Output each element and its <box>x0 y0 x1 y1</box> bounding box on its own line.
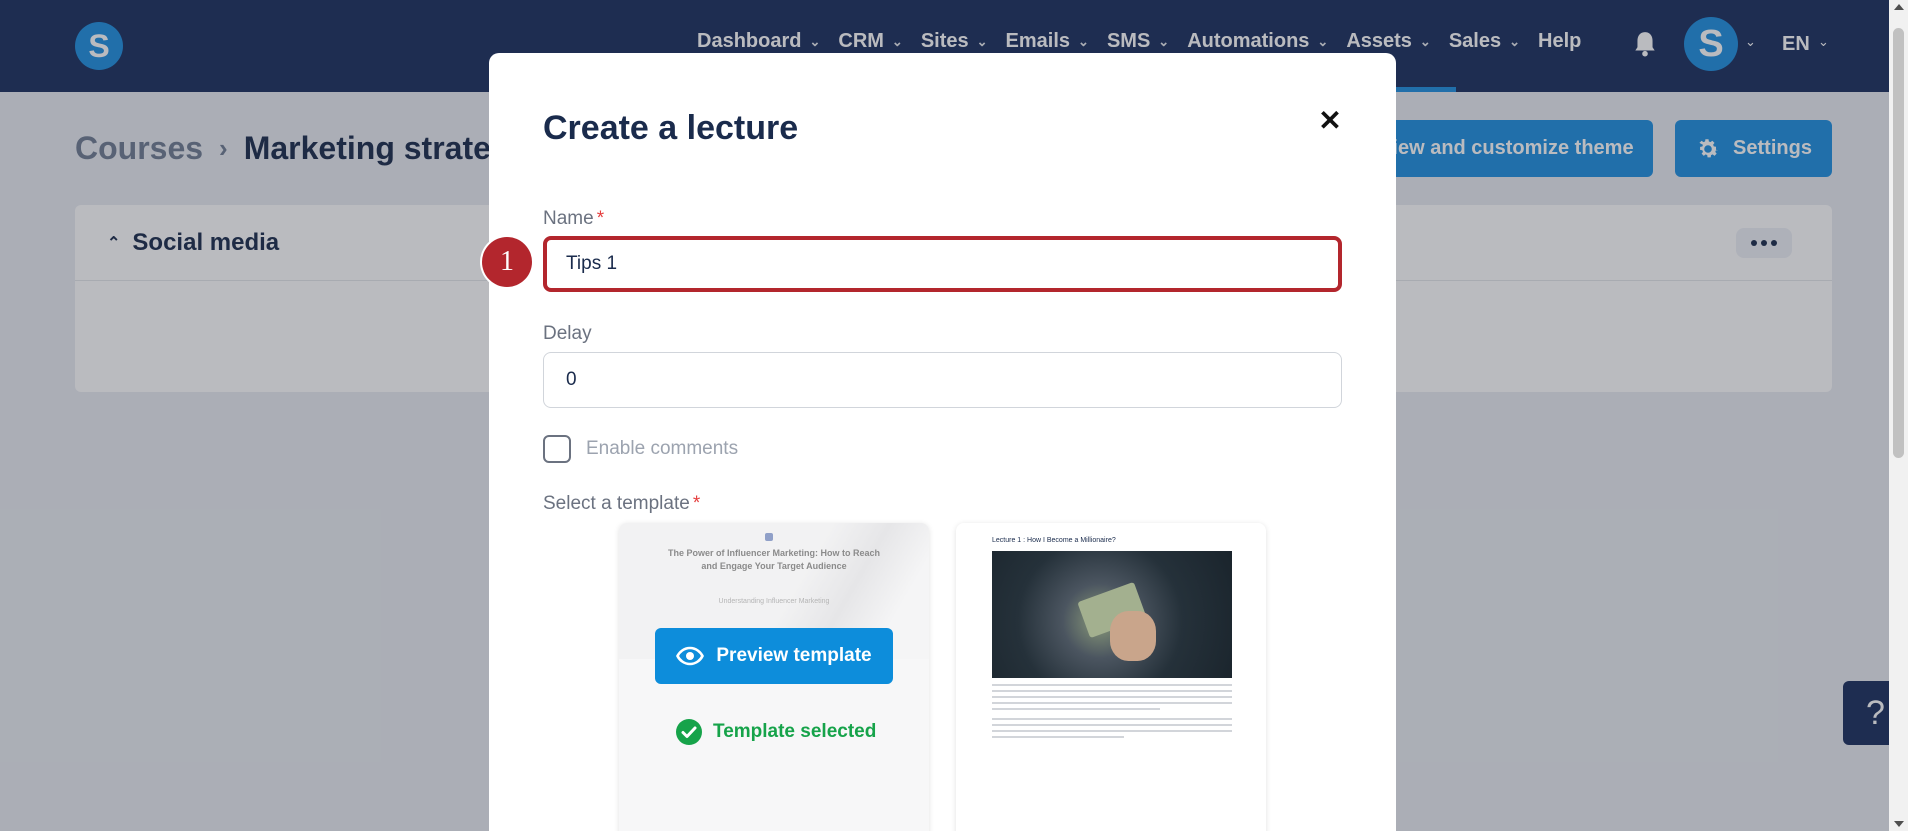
delay-label-text: Delay <box>543 323 592 344</box>
scroll-thumb[interactable] <box>1893 28 1904 458</box>
template-logo-icon <box>765 533 773 541</box>
name-label: Name * <box>543 208 604 230</box>
name-input-value: Tips 1 <box>566 253 618 274</box>
eye-icon <box>676 646 705 666</box>
template-thumb-title: Lecture 1 : How I Become a Millionaire? <box>992 537 1116 544</box>
template-card-influencer[interactable]: The Power of Influencer Marketing: How t… <box>619 523 929 831</box>
close-icon[interactable]: ✕ <box>1315 105 1345 136</box>
delay-input[interactable]: 0 <box>543 352 1342 408</box>
template-selected-label: Template selected <box>713 721 877 742</box>
template-thumb-text-lines <box>992 684 1232 742</box>
scroll-down-arrow[interactable] <box>1894 821 1904 827</box>
template-label-text: Select a template <box>543 493 690 514</box>
delay-input-value: 0 <box>566 369 577 390</box>
delay-label: Delay <box>543 323 592 345</box>
preview-template-label: Preview template <box>716 645 872 666</box>
create-lecture-modal: Create a lecture ✕ Name * Tips 1 1 Delay … <box>482 53 1396 831</box>
template-thumb-subtitle: Understanding Influencer Marketing <box>718 598 830 605</box>
enable-comments-checkbox[interactable] <box>543 435 571 463</box>
template-thumb-image <box>992 551 1232 678</box>
scroll-up-arrow[interactable] <box>1894 4 1904 10</box>
preview-template-button[interactable]: Preview template <box>655 628 893 684</box>
modal-title: Create a lecture <box>543 109 799 147</box>
check-circle-icon <box>676 719 702 745</box>
name-input[interactable]: Tips 1 <box>543 236 1342 292</box>
template-card-millionaire[interactable]: Lecture 1 : How I Become a Millionaire? <box>956 523 1266 831</box>
required-mark: * <box>596 208 605 229</box>
enable-comments-label[interactable]: Enable comments <box>586 438 738 460</box>
step-badge: 1 <box>482 237 532 287</box>
template-thumb-title: The Power of Influencer Marketing: How t… <box>667 548 881 571</box>
template-label: Select a template * <box>543 493 700 515</box>
name-label-text: Name <box>543 208 594 229</box>
page-scrollbar[interactable] <box>1889 0 1908 831</box>
template-selected-status: Template selected <box>675 718 876 746</box>
required-mark: * <box>692 493 701 514</box>
